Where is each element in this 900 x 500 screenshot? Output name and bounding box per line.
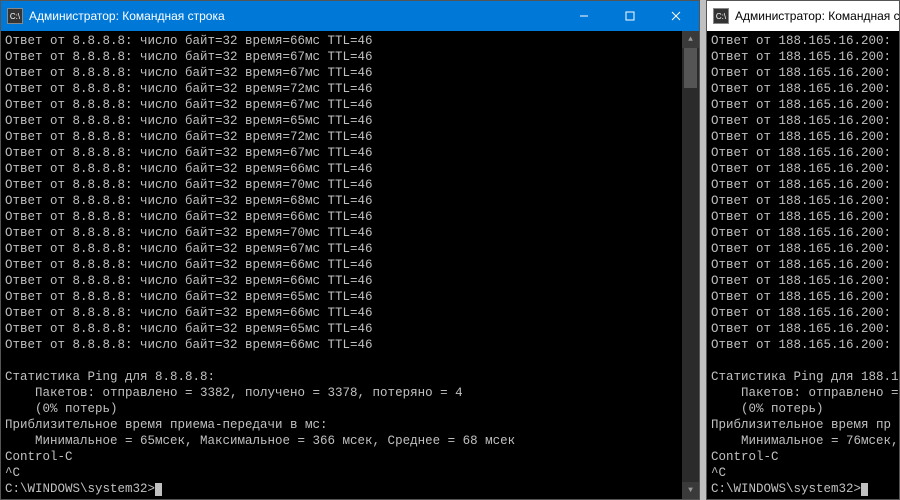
control-c: Control-C	[711, 449, 895, 465]
cursor	[861, 483, 868, 496]
scroll-track[interactable]	[682, 48, 699, 482]
scroll-down-button[interactable]: ▼	[682, 482, 699, 499]
ping-reply-line: Ответ от 188.165.16.200:	[711, 65, 895, 81]
ping-reply-line: Ответ от 8.8.8.8: число байт=32 время=67…	[5, 241, 678, 257]
stats-rtt-header: Приблизительное время приема-передачи в …	[5, 417, 678, 433]
ping-reply-line: Ответ от 8.8.8.8: число байт=32 время=66…	[5, 33, 678, 49]
prompt[interactable]: C:\WINDOWS\system32>	[5, 481, 678, 497]
close-button[interactable]	[653, 1, 699, 31]
scroll-thumb[interactable]	[684, 48, 697, 88]
ping-reply-line: Ответ от 188.165.16.200:	[711, 177, 895, 193]
ping-reply-line: Ответ от 8.8.8.8: число байт=32 время=65…	[5, 289, 678, 305]
ping-reply-line: Ответ от 8.8.8.8: число байт=32 время=67…	[5, 65, 678, 81]
prompt[interactable]: C:\WINDOWS\system32>	[711, 481, 895, 497]
cmd-window-right: C:\ Администратор: Командная ст Ответ от…	[706, 0, 900, 500]
ping-reply-line: Ответ от 8.8.8.8: число байт=32 время=67…	[5, 49, 678, 65]
window-title: Администратор: Командная строка	[29, 9, 561, 23]
titlebar-left[interactable]: C:\ Администратор: Командная строка	[1, 1, 699, 31]
minimize-icon	[579, 11, 589, 21]
control-c: Control-C	[5, 449, 678, 465]
scroll-up-button[interactable]: ▲	[682, 31, 699, 48]
stats-rtt-header: Приблизительное время пр	[711, 417, 895, 433]
ping-reply-line: Ответ от 188.165.16.200:	[711, 289, 895, 305]
window-controls	[561, 1, 699, 31]
ping-reply-line: Ответ от 188.165.16.200:	[711, 129, 895, 145]
caret-c: ^C	[5, 465, 678, 481]
blank-line	[711, 353, 895, 369]
close-icon	[671, 11, 681, 21]
ping-reply-line: Ответ от 8.8.8.8: число байт=32 время=72…	[5, 129, 678, 145]
caret-c: ^C	[711, 465, 895, 481]
maximize-button[interactable]	[607, 1, 653, 31]
cmd-icon: C:\	[7, 8, 23, 24]
ping-reply-line: Ответ от 8.8.8.8: число байт=32 время=65…	[5, 321, 678, 337]
ping-reply-line: Ответ от 188.165.16.200:	[711, 257, 895, 273]
cursor	[155, 483, 162, 496]
cmd-window-left: C:\ Администратор: Командная строка Отве…	[0, 0, 700, 500]
stats-rtt: Минимальное = 76мсек,	[711, 433, 895, 449]
ping-reply-line: Ответ от 8.8.8.8: число байт=32 время=66…	[5, 161, 678, 177]
terminal-area-right: Ответ от 188.165.16.200:Ответ от 188.165…	[707, 31, 899, 499]
cmd-icon: C:\	[713, 8, 729, 24]
ping-reply-line: Ответ от 188.165.16.200:	[711, 49, 895, 65]
terminal-area-left: Ответ от 8.8.8.8: число байт=32 время=66…	[1, 31, 699, 499]
minimize-button[interactable]	[561, 1, 607, 31]
terminal-output[interactable]: Ответ от 8.8.8.8: число байт=32 время=66…	[1, 31, 682, 499]
ping-reply-line: Ответ от 8.8.8.8: число байт=32 время=68…	[5, 193, 678, 209]
stats-header: Статистика Ping для 8.8.8.8:	[5, 369, 678, 385]
ping-reply-line: Ответ от 8.8.8.8: число байт=32 время=67…	[5, 97, 678, 113]
ping-reply-line: Ответ от 188.165.16.200:	[711, 145, 895, 161]
ping-reply-line: Ответ от 188.165.16.200:	[711, 305, 895, 321]
scrollbar[interactable]: ▲ ▼	[682, 31, 699, 499]
titlebar-right[interactable]: C:\ Администратор: Командная ст	[707, 1, 899, 31]
ping-reply-line: Ответ от 188.165.16.200:	[711, 225, 895, 241]
stats-loss: (0% потерь)	[5, 401, 678, 417]
ping-reply-line: Ответ от 188.165.16.200:	[711, 241, 895, 257]
ping-reply-line: Ответ от 188.165.16.200:	[711, 193, 895, 209]
ping-reply-line: Ответ от 188.165.16.200:	[711, 97, 895, 113]
ping-reply-line: Ответ от 8.8.8.8: число байт=32 время=66…	[5, 257, 678, 273]
ping-reply-line: Ответ от 8.8.8.8: число байт=32 время=67…	[5, 145, 678, 161]
stats-packets: Пакетов: отправлено = 3382, получено = 3…	[5, 385, 678, 401]
maximize-icon	[625, 11, 635, 21]
blank-line	[5, 353, 678, 369]
ping-reply-line: Ответ от 188.165.16.200:	[711, 161, 895, 177]
ping-reply-line: Ответ от 188.165.16.200:	[711, 321, 895, 337]
window-title: Администратор: Командная ст	[735, 9, 899, 23]
ping-reply-line: Ответ от 8.8.8.8: число байт=32 время=70…	[5, 177, 678, 193]
ping-reply-line: Ответ от 188.165.16.200:	[711, 337, 895, 353]
ping-reply-line: Ответ от 8.8.8.8: число байт=32 время=66…	[5, 273, 678, 289]
terminal-output[interactable]: Ответ от 188.165.16.200:Ответ от 188.165…	[707, 31, 899, 499]
ping-reply-line: Ответ от 8.8.8.8: число байт=32 время=72…	[5, 81, 678, 97]
stats-loss: (0% потерь)	[711, 401, 895, 417]
ping-reply-line: Ответ от 188.165.16.200:	[711, 113, 895, 129]
ping-reply-line: Ответ от 188.165.16.200:	[711, 209, 895, 225]
ping-reply-line: Ответ от 8.8.8.8: число байт=32 время=65…	[5, 113, 678, 129]
ping-reply-line: Ответ от 8.8.8.8: число байт=32 время=66…	[5, 209, 678, 225]
ping-reply-line: Ответ от 8.8.8.8: число байт=32 время=70…	[5, 225, 678, 241]
ping-reply-line: Ответ от 188.165.16.200:	[711, 273, 895, 289]
ping-reply-line: Ответ от 188.165.16.200:	[711, 81, 895, 97]
stats-packets: Пакетов: отправлено =	[711, 385, 895, 401]
ping-reply-line: Ответ от 8.8.8.8: число байт=32 время=66…	[5, 305, 678, 321]
stats-rtt: Минимальное = 65мсек, Максимальное = 366…	[5, 433, 678, 449]
stats-header: Статистика Ping для 188.1	[711, 369, 895, 385]
ping-reply-line: Ответ от 8.8.8.8: число байт=32 время=66…	[5, 337, 678, 353]
ping-reply-line: Ответ от 188.165.16.200:	[711, 33, 895, 49]
